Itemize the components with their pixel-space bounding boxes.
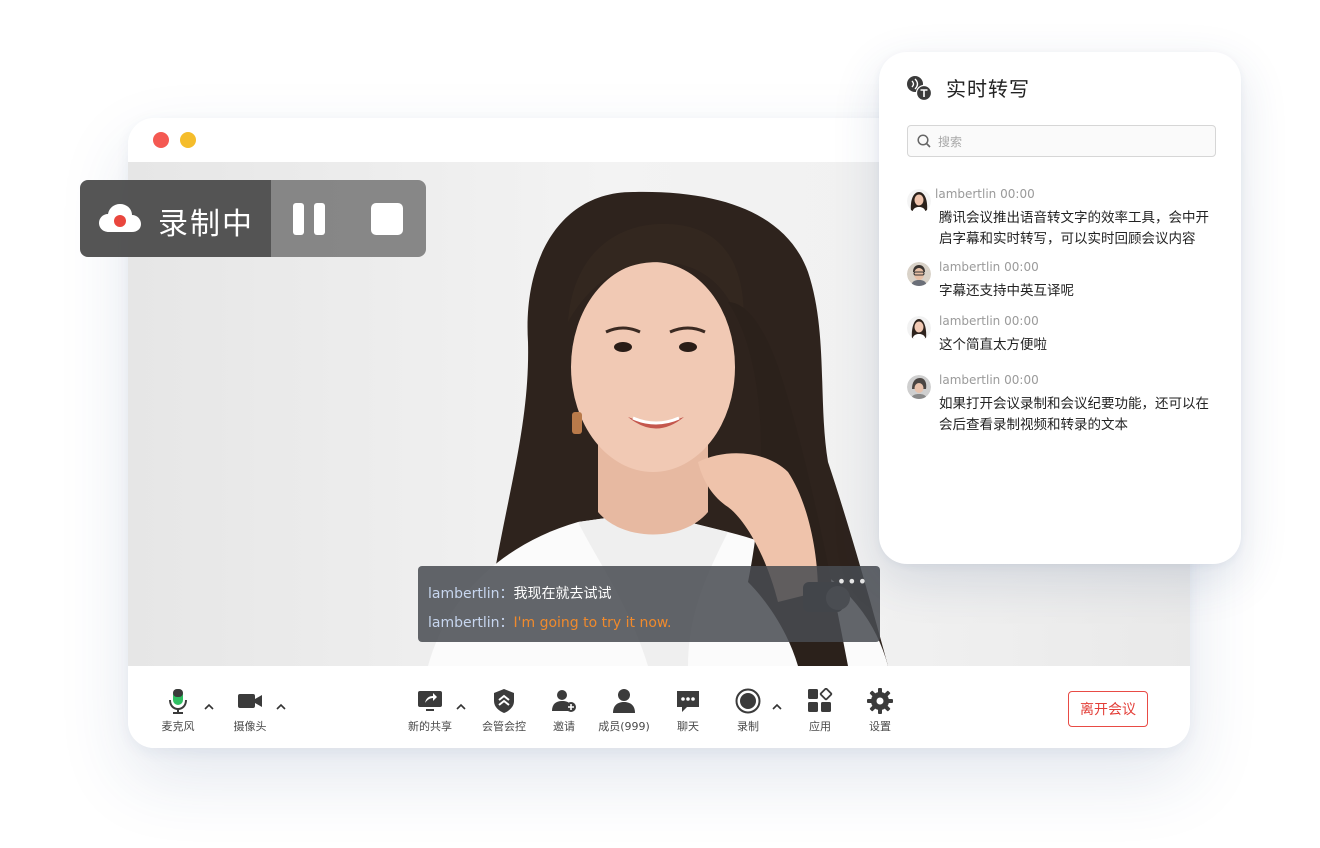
chat-icon — [677, 691, 699, 712]
message-sender: lambertlin — [935, 187, 997, 201]
camera-button[interactable]: 摄像头 — [224, 666, 276, 748]
invite-label: 邀请 — [553, 720, 575, 733]
members-icon — [613, 689, 635, 713]
pause-icon[interactable] — [293, 203, 327, 235]
microphone-icon — [169, 689, 187, 714]
message-text: 腾讯会议推出语音转文字的效率工具，会中开启字幕和实时转写，可以实时回顾会议内容 — [939, 210, 1209, 247]
members-button[interactable]: 成员(999) — [592, 666, 656, 748]
caption-speaker: lambertlin： — [428, 586, 514, 602]
cloud-record-icon — [99, 204, 141, 232]
share-screen-button[interactable]: 新的共享 — [402, 666, 458, 748]
caption-more-button[interactable]: ••• — [837, 572, 868, 591]
recording-status-bar: 录制中 — [80, 180, 426, 257]
avatar — [907, 316, 931, 340]
message-meta: lambertlin 00:00 — [939, 373, 1039, 387]
recording-indicator: 录制中 — [80, 180, 271, 257]
apps-icon — [808, 688, 833, 712]
chat-label: 聊天 — [677, 720, 699, 733]
message-time: 00:00 — [1004, 373, 1039, 387]
gear-icon — [867, 688, 893, 714]
host-control-label: 会管会控 — [482, 720, 526, 733]
message-meta: lambertlin 00:00 — [939, 260, 1039, 274]
message-time: 00:00 — [1000, 187, 1035, 201]
microphone-label: 麦克风 — [161, 720, 195, 733]
message-sender: lambertlin — [939, 314, 1001, 328]
stop-icon[interactable] — [371, 203, 403, 235]
share-options-caret-icon[interactable] — [456, 702, 466, 712]
transcript-icon — [907, 76, 932, 101]
search-input[interactable] — [936, 131, 1210, 153]
message-text: 字幕还支持中英互译呢 — [939, 283, 1074, 299]
share-screen-label: 新的共享 — [408, 720, 452, 733]
shield-icon — [494, 689, 514, 713]
record-label: 录制 — [737, 720, 759, 733]
apps-label: 应用 — [809, 720, 831, 733]
message-text: 如果打开会议录制和会议纪要功能，还可以在会后查看录制视频和转录的文本 — [939, 396, 1209, 433]
avatar — [907, 189, 931, 213]
settings-label: 设置 — [869, 720, 891, 733]
message-text: 这个简直太方便啦 — [939, 337, 1047, 353]
avatar — [907, 262, 931, 286]
share-screen-icon — [418, 691, 442, 711]
invite-user-icon — [552, 690, 576, 712]
record-icon — [735, 688, 761, 714]
message-time: 00:00 — [1004, 314, 1039, 328]
message-time: 00:00 — [1004, 260, 1039, 274]
caption-speaker: lambertlin： — [428, 615, 514, 631]
microphone-button[interactable]: 麦克风 — [152, 666, 204, 748]
recording-controls — [271, 180, 426, 257]
camera-icon — [238, 694, 262, 708]
chat-button[interactable]: 聊天 — [668, 666, 708, 748]
camera-options-caret-icon[interactable] — [276, 702, 286, 712]
search-icon — [917, 134, 931, 148]
caption-text: 我现在就去试试 — [513, 586, 612, 602]
mic-options-caret-icon[interactable] — [204, 702, 214, 712]
invite-button[interactable]: 邀请 — [544, 666, 584, 748]
recording-status-label: 录制中 — [158, 207, 254, 242]
settings-button[interactable]: 设置 — [860, 666, 900, 748]
avatar — [907, 375, 931, 399]
caption-translation-text: I'm going to try it now. — [513, 615, 672, 631]
close-window-button[interactable] — [153, 132, 169, 148]
message-sender: lambertlin — [939, 373, 1001, 387]
transcript-search — [907, 125, 1216, 157]
apps-button[interactable]: 应用 — [800, 666, 840, 748]
record-button[interactable]: 录制 — [728, 666, 768, 748]
live-caption-overlay: ••• lambertlin：我现在就去试试 lambertlin：I'm go… — [418, 566, 880, 642]
camera-label: 摄像头 — [233, 720, 267, 733]
minimize-window-button[interactable] — [180, 132, 196, 148]
caption-line-original: lambertlin：我现在就去试试 — [428, 583, 612, 603]
message-meta: lambertlin 00:00 — [939, 314, 1039, 328]
members-label: 成员(999) — [598, 720, 650, 733]
leave-meeting-button[interactable]: 离开会议 — [1068, 691, 1148, 727]
message-meta: lambertlin 00:00 — [935, 187, 1035, 201]
panel-title: 实时转写 — [946, 77, 1030, 101]
caption-line-translation: lambertlin：I'm going to try it now. — [428, 612, 672, 632]
live-transcript-panel: 实时转写 lambertlin 00:00 腾讯会议推出语音转文字的效率工具，会… — [879, 52, 1241, 564]
host-control-button[interactable]: 会管会控 — [478, 666, 530, 748]
meeting-toolbar: 麦克风 摄像头 新的共享 会管会控 邀请 成员(999) 聊天 录制 应用 设置… — [128, 666, 1190, 748]
record-options-caret-icon[interactable] — [772, 702, 782, 712]
message-sender: lambertlin — [939, 260, 1001, 274]
